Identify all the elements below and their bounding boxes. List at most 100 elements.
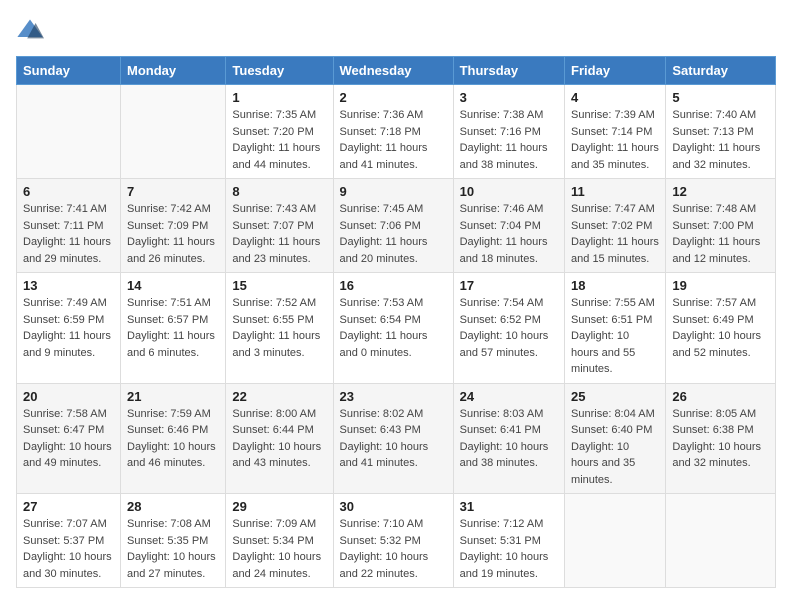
calendar-cell: 7 Sunrise: 7:42 AM Sunset: 7:09 PM Daylig… [121,179,226,273]
calendar-cell: 24 Sunrise: 8:03 AM Sunset: 6:41 PM Dayli… [453,383,564,494]
day-info: Sunrise: 8:03 AM Sunset: 6:41 PM Dayligh… [460,406,558,472]
logo-icon [16,16,44,44]
weekday-header-wednesday: Wednesday [333,57,453,85]
day-info: Sunrise: 7:51 AM Sunset: 6:57 PM Dayligh… [127,295,219,361]
calendar-table: SundayMondayTuesdayWednesdayThursdayFrid… [16,56,776,588]
calendar-cell [121,85,226,179]
day-number: 5 [672,90,769,105]
weekday-header-sunday: Sunday [17,57,121,85]
calendar-cell: 27 Sunrise: 7:07 AM Sunset: 5:37 PM Dayli… [17,494,121,588]
day-info: Sunrise: 7:58 AM Sunset: 6:47 PM Dayligh… [23,406,114,472]
day-number: 25 [571,389,659,404]
day-number: 20 [23,389,114,404]
day-number: 9 [340,184,447,199]
day-number: 16 [340,278,447,293]
day-info: Sunrise: 7:38 AM Sunset: 7:16 PM Dayligh… [460,107,558,173]
calendar-cell: 30Sunrise: 7:10 AM Sunset: 5:32 PM Dayli… [333,494,453,588]
day-number: 23 [340,389,447,404]
calendar-week-1: 1 Sunrise: 7:35 AM Sunset: 7:20 PM Daylig… [17,85,776,179]
calendar-cell [565,494,666,588]
calendar-cell: 3 Sunrise: 7:38 AM Sunset: 7:16 PM Daylig… [453,85,564,179]
calendar-cell: 10Sunrise: 7:46 AM Sunset: 7:04 PM Dayli… [453,179,564,273]
day-number: 1 [232,90,326,105]
calendar-cell: 1 Sunrise: 7:35 AM Sunset: 7:20 PM Daylig… [226,85,333,179]
day-info: Sunrise: 8:00 AM Sunset: 6:44 PM Dayligh… [232,406,326,472]
day-number: 4 [571,90,659,105]
day-info: Sunrise: 7:41 AM Sunset: 7:11 PM Dayligh… [23,201,114,267]
day-info: Sunrise: 8:05 AM Sunset: 6:38 PM Dayligh… [672,406,769,472]
calendar-cell: 2 Sunrise: 7:36 AM Sunset: 7:18 PM Daylig… [333,85,453,179]
day-number: 27 [23,499,114,514]
day-info: Sunrise: 7:57 AM Sunset: 6:49 PM Dayligh… [672,295,769,361]
weekday-header-monday: Monday [121,57,226,85]
day-info: Sunrise: 7:48 AM Sunset: 7:00 PM Dayligh… [672,201,769,267]
day-number: 3 [460,90,558,105]
calendar-cell [666,494,776,588]
day-number: 22 [232,389,326,404]
day-info: Sunrise: 7:54 AM Sunset: 6:52 PM Dayligh… [460,295,558,361]
calendar-week-5: 27 Sunrise: 7:07 AM Sunset: 5:37 PM Dayli… [17,494,776,588]
day-info: Sunrise: 7:53 AM Sunset: 6:54 PM Dayligh… [340,295,447,361]
day-info: Sunrise: 7:36 AM Sunset: 7:18 PM Dayligh… [340,107,447,173]
calendar-cell: 21Sunrise: 7:59 AM Sunset: 6:46 PM Dayli… [121,383,226,494]
calendar-cell: 23 Sunrise: 8:02 AM Sunset: 6:43 PM Dayli… [333,383,453,494]
calendar-cell: 15 Sunrise: 7:52 AM Sunset: 6:55 PM Dayli… [226,273,333,384]
calendar-cell: 28 Sunrise: 7:08 AM Sunset: 5:35 PM Dayli… [121,494,226,588]
day-info: Sunrise: 7:35 AM Sunset: 7:20 PM Dayligh… [232,107,326,173]
weekday-header-saturday: Saturday [666,57,776,85]
day-number: 14 [127,278,219,293]
day-number: 2 [340,90,447,105]
day-number: 15 [232,278,326,293]
day-info: Sunrise: 7:09 AM Sunset: 5:34 PM Dayligh… [232,516,326,582]
day-number: 7 [127,184,219,199]
weekday-header-thursday: Thursday [453,57,564,85]
day-info: Sunrise: 7:42 AM Sunset: 7:09 PM Dayligh… [127,201,219,267]
day-info: Sunrise: 7:08 AM Sunset: 5:35 PM Dayligh… [127,516,219,582]
day-info: Sunrise: 7:52 AM Sunset: 6:55 PM Dayligh… [232,295,326,361]
calendar-cell: 20 Sunrise: 7:58 AM Sunset: 6:47 PM Dayli… [17,383,121,494]
day-info: Sunrise: 7:07 AM Sunset: 5:37 PM Dayligh… [23,516,114,582]
day-info: Sunrise: 8:04 AM Sunset: 6:40 PM Dayligh… [571,406,659,489]
day-info: Sunrise: 7:46 AM Sunset: 7:04 PM Dayligh… [460,201,558,267]
calendar-cell: 8Sunrise: 7:43 AM Sunset: 7:07 PM Daylig… [226,179,333,273]
calendar-cell: 4 Sunrise: 7:39 AM Sunset: 7:14 PM Daylig… [565,85,666,179]
calendar-cell: 29Sunrise: 7:09 AM Sunset: 5:34 PM Dayli… [226,494,333,588]
day-number: 26 [672,389,769,404]
calendar-cell: 25 Sunrise: 8:04 AM Sunset: 6:40 PM Dayli… [565,383,666,494]
calendar-cell: 9Sunrise: 7:45 AM Sunset: 7:06 PM Daylig… [333,179,453,273]
day-info: Sunrise: 7:39 AM Sunset: 7:14 PM Dayligh… [571,107,659,173]
calendar-cell: 11 Sunrise: 7:47 AM Sunset: 7:02 PM Dayli… [565,179,666,273]
day-number: 11 [571,184,659,199]
calendar-cell: 16 Sunrise: 7:53 AM Sunset: 6:54 PM Dayli… [333,273,453,384]
day-info: Sunrise: 7:12 AM Sunset: 5:31 PM Dayligh… [460,516,558,582]
day-number: 12 [672,184,769,199]
calendar-cell [17,85,121,179]
calendar-cell: 6 Sunrise: 7:41 AM Sunset: 7:11 PM Daylig… [17,179,121,273]
calendar-cell: 26 Sunrise: 8:05 AM Sunset: 6:38 PM Dayli… [666,383,776,494]
day-info: Sunrise: 7:10 AM Sunset: 5:32 PM Dayligh… [340,516,447,582]
calendar-week-4: 20 Sunrise: 7:58 AM Sunset: 6:47 PM Dayli… [17,383,776,494]
calendar-cell: 5Sunrise: 7:40 AM Sunset: 7:13 PM Daylig… [666,85,776,179]
day-number: 17 [460,278,558,293]
day-number: 28 [127,499,219,514]
calendar-cell: 22 Sunrise: 8:00 AM Sunset: 6:44 PM Dayli… [226,383,333,494]
calendar-cell: 18 Sunrise: 7:55 AM Sunset: 6:51 PM Dayli… [565,273,666,384]
day-number: 19 [672,278,769,293]
weekday-header-row: SundayMondayTuesdayWednesdayThursdayFrid… [17,57,776,85]
day-info: Sunrise: 7:47 AM Sunset: 7:02 PM Dayligh… [571,201,659,267]
day-info: Sunrise: 8:02 AM Sunset: 6:43 PM Dayligh… [340,406,447,472]
day-number: 18 [571,278,659,293]
day-info: Sunrise: 7:49 AM Sunset: 6:59 PM Dayligh… [23,295,114,361]
day-number: 31 [460,499,558,514]
calendar-cell: 19 Sunrise: 7:57 AM Sunset: 6:49 PM Dayli… [666,273,776,384]
day-number: 6 [23,184,114,199]
day-number: 13 [23,278,114,293]
day-info: Sunrise: 7:55 AM Sunset: 6:51 PM Dayligh… [571,295,659,378]
calendar-cell: 13 Sunrise: 7:49 AM Sunset: 6:59 PM Dayli… [17,273,121,384]
calendar-week-2: 6 Sunrise: 7:41 AM Sunset: 7:11 PM Daylig… [17,179,776,273]
calendar-cell: 12 Sunrise: 7:48 AM Sunset: 7:00 PM Dayli… [666,179,776,273]
day-info: Sunrise: 7:43 AM Sunset: 7:07 PM Dayligh… [232,201,326,267]
day-number: 24 [460,389,558,404]
weekday-header-friday: Friday [565,57,666,85]
calendar-week-3: 13 Sunrise: 7:49 AM Sunset: 6:59 PM Dayli… [17,273,776,384]
